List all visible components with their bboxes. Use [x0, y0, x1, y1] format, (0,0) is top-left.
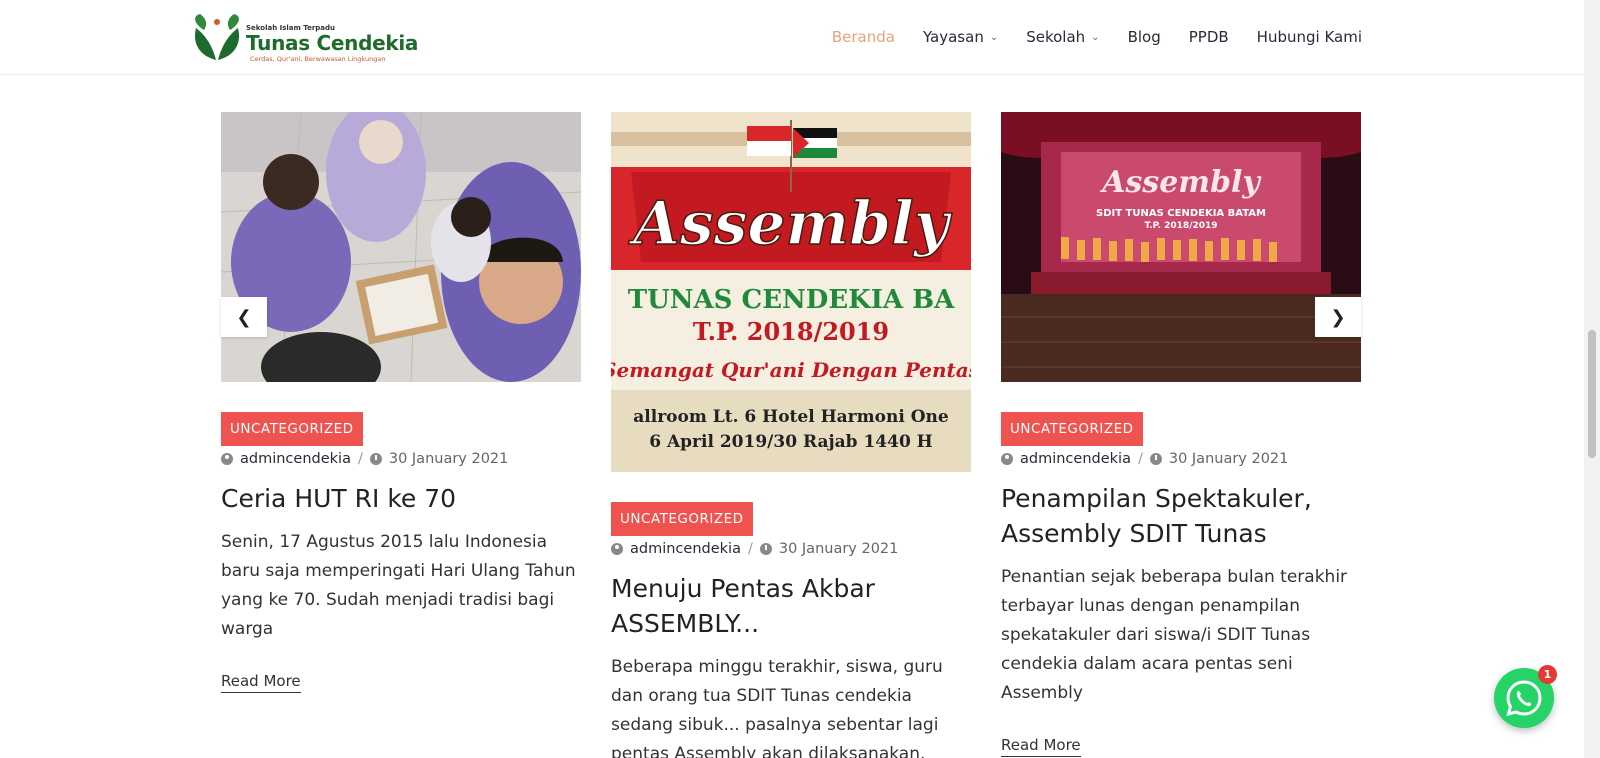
logo-name: Tunas Cendekia [246, 31, 419, 55]
nav-label: Blog [1127, 28, 1161, 46]
nav-label: Beranda [831, 28, 895, 46]
image-line-1: TUNAS CENDEKIA BA [628, 285, 955, 315]
post-meta: admincendekia / 30 January 2021 [221, 451, 581, 467]
chevron-down-icon: ⌄ [989, 31, 999, 43]
nav-label: PPDB [1188, 28, 1229, 46]
post-thumbnail[interactable]: Assembly TUNAS CENDEKIA BA T.P. 2018/201… [611, 112, 971, 472]
post-date: 30 January 2021 [388, 451, 509, 467]
post-title[interactable]: Ceria HUT RI ke 70 [221, 481, 581, 516]
post-title[interactable]: Penampilan Spektakuler, Assembly SDIT Tu… [1001, 481, 1361, 551]
read-more-link[interactable]: Read More [1001, 736, 1081, 757]
image-line-1: SDIT TUNAS CENDEKIA BATAM [1096, 208, 1266, 219]
meta-separator: / [747, 541, 753, 557]
post-thumbnail[interactable]: Assembly SDIT TUNAS CENDEKIA BATAM T.P. … [1001, 112, 1361, 382]
meta-separator: / [1137, 451, 1143, 467]
logo-tagline: Cerdas, Qur'ani, Berwawasan Lingkungan [250, 55, 386, 63]
image-headline: Assembly [628, 189, 953, 259]
page-scrollbar[interactable] [1584, 0, 1600, 758]
post-excerpt: Beberapa minggu terakhir, siswa, guru da… [611, 657, 943, 758]
carousel-prev-button[interactable]: ❮ [221, 297, 267, 337]
notification-badge: 1 [1538, 665, 1557, 684]
image-line-3: Semangat Qur'ani Dengan Pentas [611, 358, 971, 382]
post-meta: admincendekia / 30 January 2021 [611, 541, 971, 557]
post-author[interactable]: admincendekia [240, 451, 351, 467]
image-line-4: allroom Lt. 6 Hotel Harmoni One [633, 407, 949, 427]
nav-item-sekolah[interactable]: Sekolah ⌄ [1026, 28, 1099, 46]
carousel-next-button[interactable]: ❯ [1315, 297, 1361, 337]
chevron-down-icon: ⌄ [1091, 31, 1100, 43]
clock-icon [369, 453, 382, 465]
post-date: 30 January 2021 [778, 541, 899, 557]
post-card: Assembly SDIT TUNAS CENDEKIA BATAM T.P. … [1001, 112, 1361, 757]
chevron-right-icon: ❯ [1330, 306, 1346, 328]
image-headline: Assembly [1099, 165, 1262, 200]
site-header: Sekolah Islam Terpadu Tunas Cendekia Cer… [0, 0, 1584, 75]
post-title[interactable]: Menuju Pentas Akbar ASSEMBLY... [611, 571, 971, 641]
post-thumbnail[interactable] [221, 112, 581, 382]
clock-icon [759, 543, 772, 555]
post-author[interactable]: admincendekia [1020, 451, 1131, 467]
nav-item-yayasan[interactable]: Yayasan ⌄ [923, 28, 998, 46]
nav-item-ppdb[interactable]: PPDB [1189, 28, 1229, 46]
logo-leaf-icon [194, 14, 240, 60]
site-logo[interactable]: Sekolah Islam Terpadu Tunas Cendekia Cer… [190, 12, 418, 64]
user-icon [221, 453, 233, 465]
clock-icon [1149, 453, 1162, 465]
image-line-2: T.P. 2018/2019 [1144, 221, 1217, 231]
nav-label: Hubungi Kami [1256, 28, 1362, 46]
category-badge[interactable]: UNCATEGORIZED [611, 502, 753, 536]
post-excerpt: Penantian sejak beberapa bulan terakhir … [1001, 567, 1348, 703]
post-card: Assembly TUNAS CENDEKIA BA T.P. 2018/201… [611, 112, 971, 758]
image-line-5: 6 April 2019/30 Rajab 1440 H [649, 432, 933, 452]
category-badge[interactable]: UNCATEGORIZED [1001, 412, 1143, 446]
post-excerpt: Senin, 17 Agustus 2015 lalu Indonesia ba… [221, 532, 576, 639]
post-meta: admincendekia / 30 January 2021 [1001, 451, 1361, 467]
scrollbar-thumb[interactable] [1588, 330, 1596, 458]
image-line-2: T.P. 2018/2019 [693, 317, 889, 346]
nav-item-blog[interactable]: Blog [1128, 28, 1161, 46]
post-date: 30 January 2021 [1168, 451, 1289, 467]
nav-label: Yayasan [922, 28, 984, 46]
user-icon [611, 543, 623, 555]
nav-item-hubungi-kami[interactable]: Hubungi Kami [1257, 28, 1362, 46]
main-nav: Beranda Yayasan ⌄ Sekolah ⌄ Blog PPDB Hubu… [832, 28, 1362, 46]
read-more-link[interactable]: Read More [221, 672, 301, 693]
category-badge[interactable]: UNCATEGORIZED [221, 412, 363, 446]
chevron-left-icon: ❮ [236, 306, 252, 328]
nav-label: Sekolah [1026, 28, 1086, 46]
post-author[interactable]: admincendekia [630, 541, 741, 557]
user-icon [1001, 453, 1013, 465]
meta-separator: / [357, 451, 363, 467]
post-card: UNCATEGORIZED admincendekia / 30 January… [221, 112, 581, 693]
nav-item-beranda[interactable]: Beranda [832, 28, 895, 46]
